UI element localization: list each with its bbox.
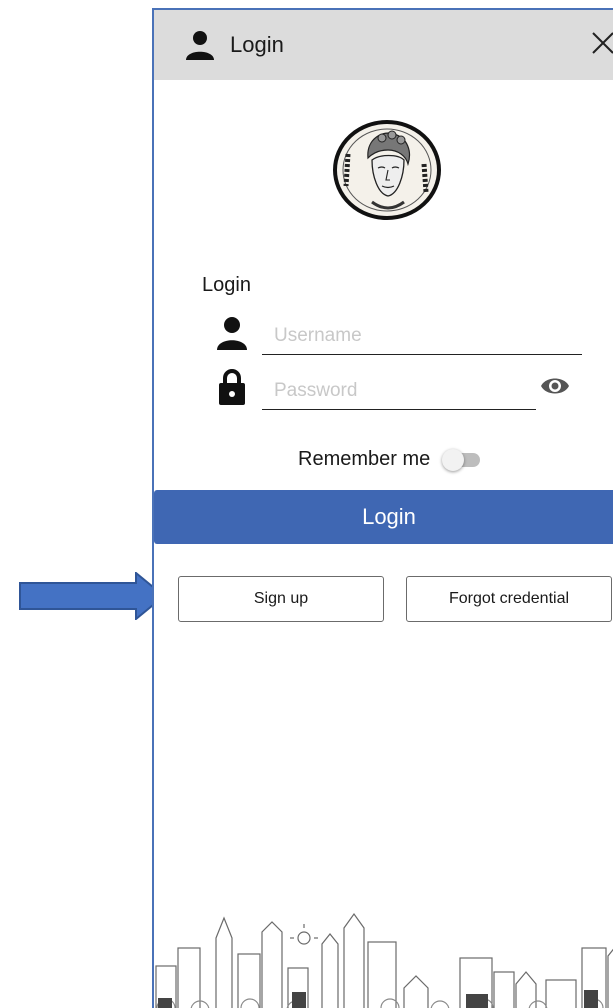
coin-logo (333, 120, 441, 220)
login-button[interactable]: Login (154, 490, 613, 544)
login-section-label: Login (202, 274, 251, 296)
title-bar: Login (154, 10, 613, 80)
sign-up-button[interactable]: Sign up (178, 576, 384, 622)
city-skyline-illustration (155, 912, 613, 1008)
password-input[interactable] (262, 373, 536, 409)
remember-me-label: Remember me (298, 448, 431, 470)
login-window: Login Login Username Remember me Login S… (152, 8, 613, 1008)
remember-me-toggle[interactable] (442, 448, 482, 471)
username-input[interactable] (262, 318, 582, 354)
password-field-wrapper (262, 373, 536, 410)
lock-icon (219, 369, 245, 405)
username-field-wrapper (262, 318, 582, 355)
user-icon (217, 317, 247, 350)
window-title: Login (230, 32, 284, 57)
arrow-icon (19, 572, 166, 620)
user-icon (186, 31, 214, 60)
toggle-knob (442, 449, 464, 471)
close-icon[interactable] (590, 30, 613, 56)
eye-icon[interactable] (540, 374, 570, 398)
forgot-credential-button[interactable]: Forgot credential (406, 576, 612, 622)
